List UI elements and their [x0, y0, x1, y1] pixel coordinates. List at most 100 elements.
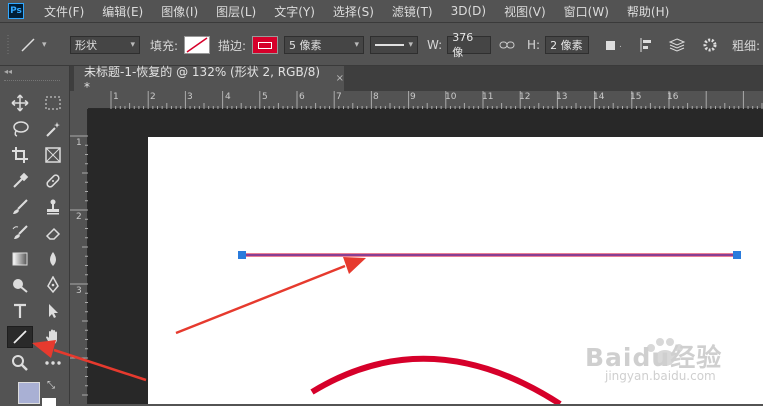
menu-layer[interactable]: 图层(L): [206, 3, 264, 20]
type-tool-icon[interactable]: [7, 300, 33, 322]
menu-3d[interactable]: 3D(D): [441, 4, 494, 18]
clone-stamp-tool-icon[interactable]: [40, 196, 66, 218]
arrange-stack-icon: [668, 38, 686, 52]
line-tool-icon: [21, 38, 35, 52]
ruler-label: 2: [76, 212, 82, 222]
chevron-down-icon: .: [619, 40, 622, 50]
blur-tool-icon[interactable]: [40, 248, 66, 270]
stroke-width-value: 5 像素: [289, 39, 322, 52]
stroke-type-select[interactable]: ▾: [370, 36, 418, 54]
collapse-panel-icon[interactable]: ◂◂: [4, 67, 12, 76]
document-tab-title: 未标题-1-恢复的 @ 132% (形状 2, RGB/8) *: [84, 65, 321, 94]
brush-tool-icon[interactable]: [7, 196, 33, 218]
stroke-swatch[interactable]: [252, 36, 279, 54]
foreground-color-swatch[interactable]: [18, 382, 40, 404]
vertical-ruler[interactable]: 1 2 3: [70, 109, 88, 404]
menu-help[interactable]: 帮助(H): [617, 3, 677, 20]
ruler-label: 1: [76, 138, 82, 148]
fill-label: 填充:: [150, 38, 179, 53]
ruler-label: 4: [225, 92, 231, 102]
path-alignment-button[interactable]: [638, 35, 654, 55]
path-arrangement-button[interactable]: [668, 35, 686, 55]
menu-view[interactable]: 视图(V): [494, 3, 554, 20]
frame-tool-icon[interactable]: [40, 144, 66, 166]
ruler-label: 7: [336, 92, 342, 102]
tool-mode-value: 形状: [75, 39, 97, 52]
ruler-label: 15: [630, 92, 642, 102]
ruler-label: 8: [373, 92, 379, 102]
menu-select[interactable]: 选择(S): [323, 3, 382, 20]
dodge-tool-icon[interactable]: [7, 274, 33, 296]
fill-swatch[interactable]: [184, 36, 211, 54]
tool-mode-select[interactable]: 形状 ▾: [70, 36, 140, 54]
width-input[interactable]: 376 像: [447, 31, 492, 59]
gradient-tool-icon[interactable]: [7, 248, 33, 270]
link-icon[interactable]: [499, 35, 515, 55]
path-selection-tool-icon[interactable]: [40, 300, 66, 322]
healing-brush-tool-icon[interactable]: [40, 170, 66, 192]
height-label: H:: [527, 38, 541, 52]
ruler-label: 3: [187, 92, 193, 102]
history-brush-tool-icon[interactable]: [7, 222, 33, 244]
ruler-label: 10: [445, 92, 457, 102]
eraser-tool-icon[interactable]: [40, 222, 66, 244]
menu-type[interactable]: 文字(Y): [264, 3, 323, 20]
menu-window[interactable]: 窗口(W): [554, 3, 617, 20]
horizontal-ruler[interactable]: 1 2 3 4 5 6 7 8 9 10 11 12 13 14 15 16: [88, 91, 763, 109]
menu-file[interactable]: 文件(F): [34, 3, 92, 20]
menu-filter[interactable]: 滤镜(T): [382, 3, 441, 20]
ruler-label: 6: [299, 92, 305, 102]
settings-button[interactable]: [702, 35, 718, 55]
zoom-tool-icon[interactable]: [7, 352, 33, 374]
options-grip: [6, 35, 10, 55]
watermark-url: jingyan.baidu.com: [605, 369, 716, 383]
background-color-swatch[interactable]: [42, 398, 56, 406]
crop-tool-icon[interactable]: [7, 144, 33, 166]
ruler-label: 1: [113, 92, 119, 102]
hand-tool-icon[interactable]: [40, 326, 66, 348]
options-bar: ▾ 形状 ▾ 填充: 描边: 5 像素 ▾ ▾ W: 376 像 H: 2 像素…: [0, 22, 763, 66]
tool-preset-picker[interactable]: ▾: [18, 35, 47, 55]
menu-edit[interactable]: 编辑(E): [92, 3, 151, 20]
ruler-label: 11: [482, 92, 494, 102]
chevron-down-icon: ▾: [354, 40, 359, 50]
ruler-label: 5: [262, 92, 268, 102]
gear-icon: [703, 38, 717, 52]
chevron-down-icon: ▾: [42, 40, 47, 50]
ruler-label: 12: [519, 92, 531, 102]
more-tools-icon[interactable]: [40, 352, 66, 374]
path-operations-icon: [606, 41, 615, 50]
marquee-tool-icon[interactable]: [40, 92, 66, 114]
baidu-watermark: Baidu经验 jingyan.baidu.com: [575, 322, 760, 392]
path-operations-button[interactable]: .: [603, 35, 622, 55]
ruler-label: 13: [556, 92, 568, 102]
lasso-tool-icon[interactable]: [7, 118, 33, 140]
menu-image[interactable]: 图像(I): [151, 3, 206, 20]
chevron-down-icon: ▾: [130, 40, 135, 50]
chevron-down-icon: ▾: [408, 40, 413, 50]
ruler-label: 9: [410, 92, 416, 102]
photoshop-app-icon[interactable]: Ps: [8, 3, 24, 19]
ruler-label: 2: [150, 92, 156, 102]
swap-colors-icon[interactable]: ⤡: [47, 380, 55, 391]
width-label: W:: [427, 38, 443, 52]
pen-tool-icon[interactable]: [40, 274, 66, 296]
ruler-label: 3: [76, 286, 82, 296]
document-tab[interactable]: 未标题-1-恢复的 @ 132% (形状 2, RGB/8) * ×: [74, 65, 344, 94]
tools-panel: ◂◂ ⤡: [0, 66, 70, 406]
ruler-origin[interactable]: [70, 91, 88, 109]
align-icon: [640, 38, 651, 52]
ruler-label: 14: [593, 92, 605, 102]
height-input[interactable]: 2 像素: [545, 36, 590, 54]
move-tool-icon[interactable]: [7, 92, 33, 114]
stroke-label: 描边:: [218, 38, 247, 53]
ruler-label: 16: [667, 92, 679, 102]
menu-bar: Ps 文件(F) 编辑(E) 图像(I) 图层(L) 文字(Y) 选择(S) 滤…: [0, 0, 763, 22]
weight-label: 粗细:: [732, 38, 761, 53]
stroke-width-field[interactable]: 5 像素 ▾: [284, 36, 364, 54]
stroke-type-preview: [375, 44, 405, 46]
magic-wand-tool-icon[interactable]: [40, 118, 66, 140]
close-icon[interactable]: ×: [336, 73, 344, 84]
eyedropper-tool-icon[interactable]: [7, 170, 33, 192]
line-tool-icon[interactable]: [7, 326, 33, 348]
